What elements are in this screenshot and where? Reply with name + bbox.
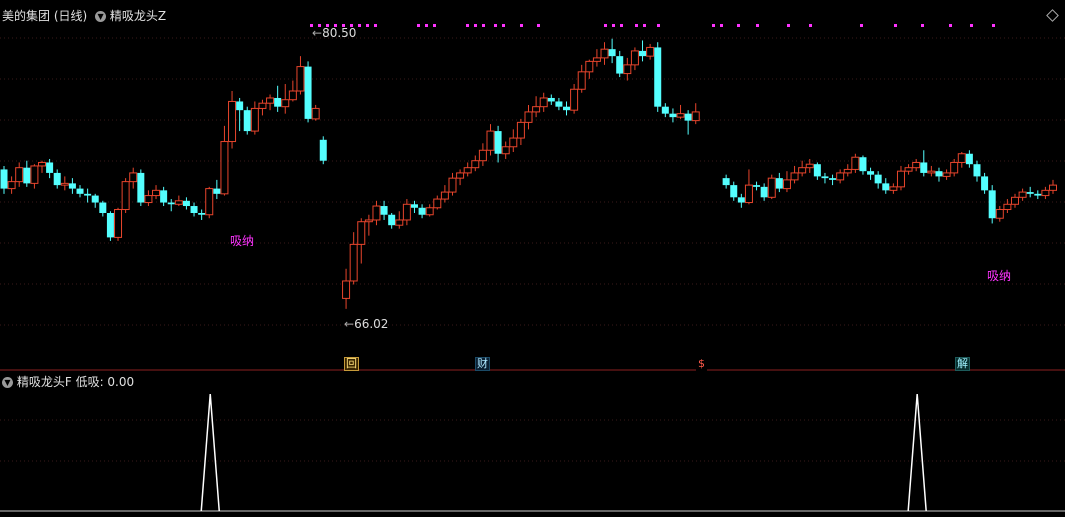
chevron-down-icon[interactable]: ▼ [2, 377, 13, 388]
event-marker-return[interactable]: 回 [344, 357, 359, 371]
event-marker-unlock[interactable]: 解 [955, 357, 970, 371]
lower-indicator-name[interactable]: 精吸龙头F [17, 375, 72, 389]
indicator-name[interactable]: 精吸龙头Z [110, 9, 166, 23]
stock-title: 美的集团 (日线) [2, 9, 88, 23]
chevron-down-icon[interactable]: ▼ [95, 11, 107, 22]
event-marker-finance[interactable]: 财 [475, 357, 490, 371]
high-price-label: ←80.50 [312, 26, 357, 40]
lower-indicator-value: 低吸: 0.00 [75, 375, 135, 389]
signal-label-1: 吸纳 [230, 234, 255, 248]
low-price-label: ←66.02 [344, 317, 389, 331]
main-chart-header: 美的集团 (日线) ▼ 精吸龙头Z [2, 7, 166, 24]
indicator-spike [907, 393, 927, 512]
indicator-spike [200, 393, 220, 512]
event-marker-dividend[interactable]: $ [696, 357, 707, 371]
lower-pane-header: ▼ 精吸龙头F 低吸: 0.00 [2, 373, 134, 390]
signal-label-2: 吸纳 [987, 269, 1012, 283]
lower-indicator-chart [200, 393, 927, 512]
